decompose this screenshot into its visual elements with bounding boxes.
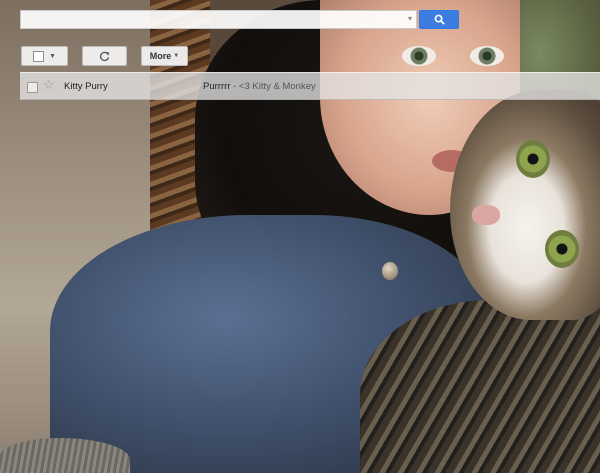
email-sender: Kitty Purry [64,81,108,92]
row-checkbox[interactable] [27,82,38,93]
search-icon [434,14,445,25]
email-subject-line: Purrrrr - <3 Kitty & Monkey [203,81,316,92]
cat-nose [472,205,500,225]
search-button[interactable] [419,10,459,29]
jacket-button [382,262,398,280]
cat-eye [516,140,550,178]
eye [402,46,436,66]
cat-eye [545,230,579,268]
checkbox-icon [33,50,45,62]
caret-down-icon: ▼ [49,52,56,60]
more-button[interactable]: More ▼ [141,46,188,66]
eye [470,46,504,66]
search-input[interactable]: ▾ [20,10,417,29]
caret-down-icon: ▼ [173,53,180,59]
more-button-label: More [149,51,172,61]
background-photo [0,0,600,473]
email-snippet: - <3 Kitty & Monkey [230,81,316,92]
select-all-button[interactable]: ▼ [21,46,68,66]
caret-down-icon[interactable]: ▾ [408,14,412,23]
refresh-button[interactable] [82,46,127,66]
email-row[interactable]: ☆ Kitty Purry Purrrrr - <3 Kitty & Monke… [20,72,600,100]
star-icon[interactable]: ☆ [43,78,55,92]
email-subject: Purrrrr [203,81,231,92]
refresh-icon [99,51,110,61]
